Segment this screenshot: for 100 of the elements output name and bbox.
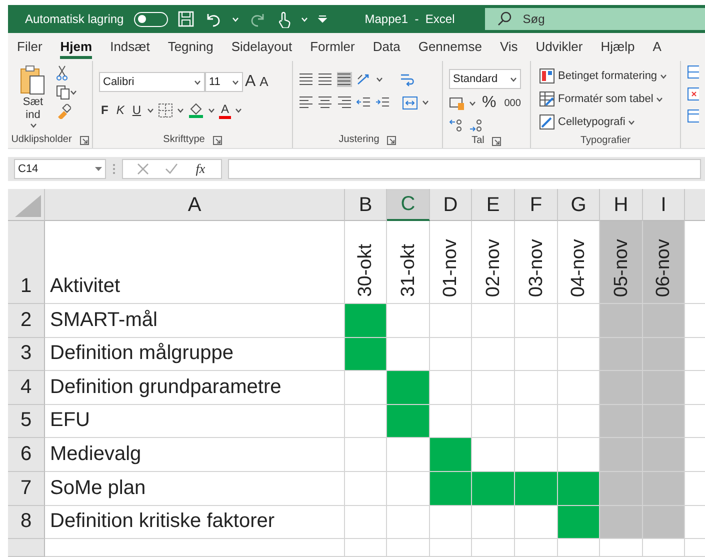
autosave-label: Automatisk lagring bbox=[25, 11, 124, 28]
underline-button[interactable]: U bbox=[130, 99, 144, 121]
column-header[interactable]: D bbox=[430, 189, 472, 221]
chevron-down-icon[interactable] bbox=[469, 100, 476, 106]
chevron-down-icon[interactable] bbox=[194, 80, 201, 84]
ribbon-tab[interactable]: Tegning bbox=[158, 33, 222, 61]
sheet-cell: EFU bbox=[45, 404, 345, 438]
ribbon-tab[interactable]: Filer bbox=[8, 33, 52, 61]
align-left-icon[interactable] bbox=[299, 95, 314, 110]
chevron-down-icon[interactable] bbox=[235, 108, 242, 112]
format-painter-icon[interactable] bbox=[56, 104, 71, 119]
copy-icon[interactable] bbox=[56, 85, 70, 100]
sheet-cell: Medievalg bbox=[45, 438, 345, 472]
ribbon-tab[interactable]: A bbox=[644, 33, 670, 61]
align-right-icon[interactable] bbox=[337, 95, 352, 110]
ribbon-tab[interactable]: Gennemse bbox=[409, 33, 491, 61]
dialog-launcher-icon[interactable] bbox=[492, 136, 502, 146]
sheet-cell bbox=[600, 539, 643, 557]
row-header[interactable]: 8 bbox=[8, 506, 45, 540]
accounting-format-icon[interactable] bbox=[449, 96, 465, 110]
column-header[interactable]: I bbox=[643, 189, 685, 221]
row-header[interactable]: 4 bbox=[8, 371, 45, 405]
date-header: 04-nov bbox=[569, 238, 588, 297]
chevron-down-icon[interactable] bbox=[628, 120, 636, 124]
paste-button[interactable]: Sæt ind bbox=[14, 65, 52, 129]
insert-cells-icon[interactable] bbox=[687, 65, 699, 79]
style-menu-button[interactable]: Formatér som tabel bbox=[537, 88, 674, 110]
number-format-field[interactable]: Standard bbox=[449, 69, 521, 89]
clipboard-icon bbox=[20, 65, 46, 95]
row-header[interactable]: 2 bbox=[8, 304, 45, 338]
row-header[interactable]: 5 bbox=[8, 404, 45, 438]
ribbon-tab[interactable]: Udvikler bbox=[526, 33, 592, 61]
align-center-icon[interactable] bbox=[318, 95, 333, 110]
column-header[interactable]: A bbox=[45, 189, 345, 221]
scissors-icon[interactable] bbox=[56, 65, 68, 81]
group-label: Skrifttype bbox=[163, 133, 205, 147]
fill-color-icon[interactable] bbox=[188, 102, 204, 118]
font-color-button[interactable]: A bbox=[219, 101, 232, 119]
row-header[interactable]: 6 bbox=[8, 438, 45, 472]
column-header[interactable]: B bbox=[345, 189, 387, 221]
ribbon-tab[interactable]: Formler bbox=[301, 33, 364, 61]
dialog-launcher-icon[interactable] bbox=[212, 136, 222, 144]
chevron-down-icon[interactable] bbox=[422, 100, 429, 105]
ribbon-tab[interactable]: Vis bbox=[490, 33, 527, 61]
column-header[interactable]: H bbox=[600, 189, 643, 221]
font-name-field[interactable]: Calibri bbox=[99, 72, 205, 92]
column-header[interactable]: F bbox=[515, 189, 558, 221]
sheet-cell bbox=[515, 539, 558, 557]
formula-field[interactable] bbox=[228, 159, 701, 179]
save-icon[interactable] bbox=[178, 11, 194, 27]
row-header[interactable]: 7 bbox=[8, 472, 45, 506]
customize-icon[interactable] bbox=[318, 15, 327, 23]
shrink-font-button[interactable]: A bbox=[258, 71, 270, 93]
bold-button[interactable]: F bbox=[99, 99, 110, 121]
corner-triangle-icon bbox=[15, 195, 41, 217]
ribbon-tab[interactable]: Indsæt bbox=[101, 33, 159, 61]
chevron-down-icon[interactable] bbox=[177, 108, 184, 112]
row-header[interactable]: 1 bbox=[8, 221, 45, 304]
row-header[interactable]: 3 bbox=[8, 338, 45, 372]
chevron-down-icon[interactable] bbox=[208, 108, 216, 112]
merge-center-icon[interactable] bbox=[402, 96, 418, 110]
thousands-button[interactable]: 000 bbox=[502, 92, 523, 114]
insert-function-button[interactable]: fx bbox=[194, 158, 208, 180]
chevron-down-icon[interactable] bbox=[656, 96, 664, 102]
delete-cells-icon[interactable] bbox=[687, 87, 699, 101]
chevron-down-icon[interactable] bbox=[70, 90, 77, 95]
cell-styles-icon bbox=[539, 114, 555, 130]
font-size-field[interactable]: 11 bbox=[205, 72, 243, 92]
date-header: 30-okt bbox=[356, 244, 375, 297]
ribbon-tab[interactable]: Sidelayout bbox=[222, 33, 302, 61]
chevron-down-icon[interactable] bbox=[232, 80, 239, 84]
search-field[interactable]: Søg bbox=[484, 8, 705, 30]
column-header[interactable]: G bbox=[558, 189, 600, 221]
column-header[interactable]: C bbox=[387, 189, 430, 221]
grow-font-button[interactable]: A bbox=[243, 71, 258, 93]
align-middle-icon[interactable] bbox=[318, 72, 333, 86]
align-top-icon[interactable] bbox=[299, 72, 314, 86]
document-title: Mappe1 - Excel bbox=[364, 11, 455, 28]
chevron-down-icon[interactable] bbox=[376, 76, 383, 82]
column-header[interactable]: E bbox=[472, 189, 515, 221]
format-cells-icon[interactable] bbox=[687, 109, 699, 123]
chevron-down-icon[interactable] bbox=[30, 123, 36, 128]
ribbon-tab[interactable]: Hjælp bbox=[592, 33, 644, 61]
chevron-down-icon[interactable] bbox=[660, 74, 668, 78]
chevron-down-icon[interactable] bbox=[510, 76, 517, 82]
dialog-launcher-icon[interactable] bbox=[80, 136, 89, 144]
italic-button[interactable]: K bbox=[114, 99, 126, 121]
autosave-toggle[interactable] bbox=[134, 12, 168, 26]
style-menu-button[interactable]: Betinget formatering bbox=[537, 65, 674, 87]
align-bottom-icon[interactable] bbox=[337, 72, 352, 86]
style-menu-button[interactable]: Celletypografi bbox=[537, 111, 674, 133]
dropdown-icon[interactable] bbox=[95, 166, 102, 172]
touch-icon[interactable] bbox=[276, 10, 291, 28]
name-box[interactable]: C14 bbox=[14, 159, 106, 179]
borders-icon[interactable] bbox=[158, 102, 174, 118]
sheet-cell: Definition kritiske faktorer bbox=[45, 506, 345, 540]
chevron-down-icon[interactable] bbox=[147, 108, 154, 112]
ribbon-tab[interactable]: Data bbox=[364, 33, 410, 61]
dialog-launcher-icon[interactable] bbox=[387, 136, 396, 144]
percent-button[interactable]: % bbox=[480, 92, 498, 114]
